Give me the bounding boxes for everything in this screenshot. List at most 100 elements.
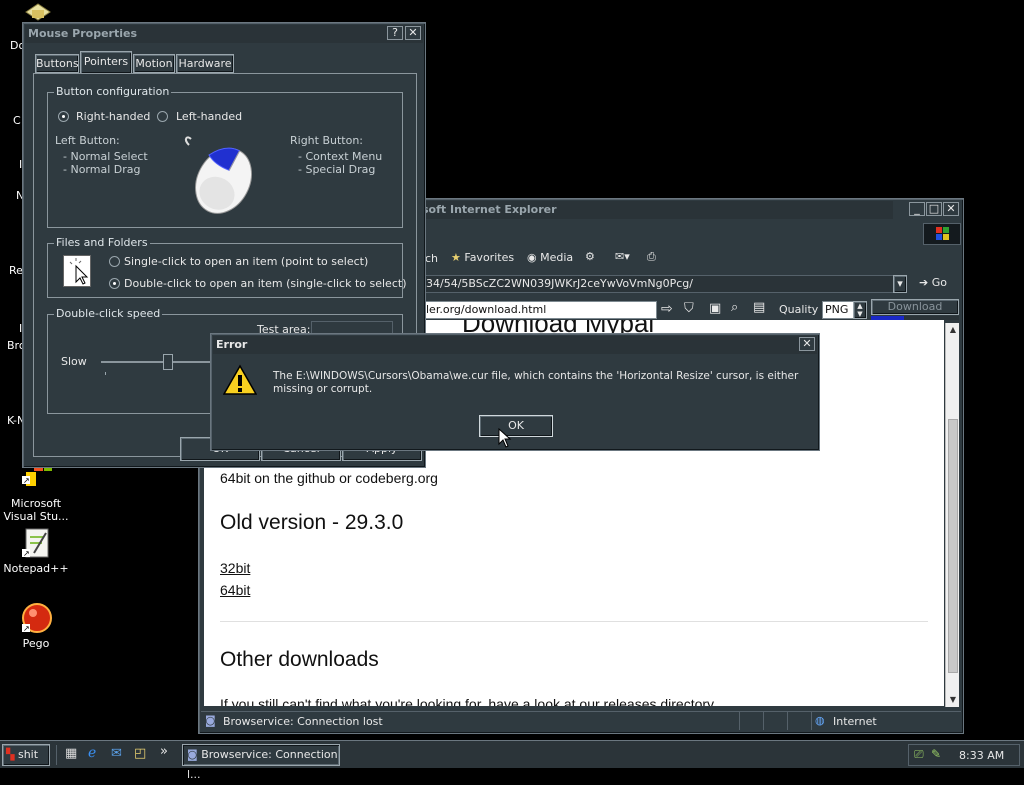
- old-version-heading: Old version - 29.3.0: [220, 511, 404, 534]
- download-button-label: Download: [887, 300, 943, 313]
- left-button-heading: Left Button:: [55, 134, 120, 147]
- close-button[interactable]: ✕: [405, 26, 421, 40]
- show-desktop-icon[interactable]: ▦: [65, 746, 77, 761]
- warning-icon: [222, 364, 258, 396]
- minimize-button[interactable]: _: [909, 202, 925, 216]
- quality-select[interactable]: PNG: [822, 301, 856, 319]
- print-icon[interactable]: ⎙: [647, 250, 656, 264]
- mouse-illustration-icon: [179, 135, 269, 217]
- zone-text: Internet: [833, 715, 877, 728]
- double-click-speed-label: Double-click speed: [54, 307, 163, 320]
- clock[interactable]: 8:33 AM: [959, 749, 1004, 762]
- go-arrow-icon: ➔: [919, 276, 929, 289]
- notepadpp-icon: ↗: [20, 527, 52, 559]
- quality-value: PNG: [825, 303, 849, 316]
- favorites-label: Favorites: [464, 251, 515, 264]
- pego-icon: ↗: [20, 602, 52, 634]
- right-handed-radio[interactable]: [58, 111, 69, 122]
- image-icon[interactable]: ▣: [709, 301, 721, 316]
- right-button-heading: Right Button:: [290, 134, 364, 147]
- maximize-button[interactable]: □: [926, 202, 942, 216]
- error-ok-button[interactable]: OK: [479, 415, 553, 437]
- navigate-arrow-icon[interactable]: ⇨: [661, 301, 673, 317]
- speed-slider-thumb[interactable]: [163, 354, 173, 370]
- go-button[interactable]: ➔ Go: [919, 276, 947, 289]
- bookmark-icon[interactable]: ⛉: [684, 301, 694, 316]
- desktop-icon-visual-studio[interactable]: ↗ Microsoft Visual Stu...: [0, 462, 72, 523]
- single-click-radio[interactable]: [109, 256, 120, 267]
- url-input[interactable]: ler.org/download.html: [423, 301, 657, 319]
- double-click-radio[interactable]: [109, 278, 120, 289]
- desktop-partial-label[interactable]: C: [13, 114, 21, 127]
- address-dropdown-button[interactable]: ▾: [893, 275, 907, 293]
- mouse-properties-titlebar[interactable]: Mouse Properties: [25, 25, 423, 43]
- single-click-label[interactable]: Single-click to open an item (point to s…: [124, 255, 368, 268]
- tab-strip: Buttons Pointers Motion Hardware: [33, 51, 417, 73]
- ie-task-icon: ◙: [187, 748, 198, 761]
- quality-label: Quality: [779, 303, 819, 316]
- error-titlebar[interactable]: Error: [213, 336, 817, 354]
- button-configuration-label: Button configuration: [54, 85, 172, 98]
- quicklaunch-chevron[interactable]: »: [160, 744, 168, 759]
- scroll-thumb[interactable]: [948, 419, 958, 673]
- tab-buttons[interactable]: Buttons: [35, 54, 79, 73]
- search-button-label[interactable]: ch: [425, 252, 438, 265]
- taskbar-button-browservice[interactable]: ◙ Browservice: Connection l...: [182, 744, 340, 781]
- mouse-properties-title: Mouse Properties: [28, 27, 138, 40]
- mail-icon[interactable]: ✉▾: [615, 250, 630, 263]
- error-close-button[interactable]: ✕: [799, 337, 815, 351]
- scroll-down-arrow[interactable]: ▼: [946, 693, 960, 707]
- history-icon[interactable]: ⚙: [585, 250, 595, 263]
- left-handed-label[interactable]: Left-handed: [176, 110, 242, 123]
- folder-icon[interactable]: [24, 2, 52, 22]
- favorites-icon: ★: [451, 251, 461, 264]
- download-button[interactable]: Download: [871, 299, 959, 315]
- desktop-icon-pego[interactable]: ↗ Pego: [0, 602, 72, 650]
- quicklaunch-separator: [56, 745, 58, 765]
- clipboard-icon[interactable]: ▤: [753, 300, 765, 315]
- tab-hardware[interactable]: Hardware: [176, 54, 234, 73]
- help-button[interactable]: ?: [387, 26, 403, 40]
- taskbar: ▚ shit ▦ ℯ ✉ ◰ » ◙ Browservice: Connecti…: [0, 740, 1024, 781]
- vertical-scrollbar[interactable]: ▲ ▼: [945, 323, 959, 707]
- right-handed-label[interactable]: Right-handed: [76, 110, 150, 123]
- outlook-quicklaunch-icon[interactable]: ✉: [111, 746, 122, 761]
- left-button-item: - Normal Drag: [63, 163, 141, 176]
- internet-zone-icon: ◍: [815, 714, 825, 727]
- notepad-tray-icon[interactable]: ✎: [931, 747, 941, 761]
- slider-tick: [105, 372, 106, 375]
- close-button[interactable]: ✕: [943, 202, 959, 216]
- explorer-quicklaunch-icon[interactable]: ◰: [134, 746, 146, 761]
- link-32bit[interactable]: 32bit: [220, 560, 250, 576]
- left-handed-radio[interactable]: [157, 111, 168, 122]
- windows-logo-icon: [923, 223, 961, 245]
- tab-pointers[interactable]: Pointers: [80, 51, 132, 73]
- address-input[interactable]: 34/54/5BScZC2WN039JWKrJ2ceYwVoVmNg0Pcg/: [423, 275, 901, 293]
- quality-spinner[interactable]: ▲ ▼: [853, 301, 867, 319]
- tab-motion[interactable]: Motion: [133, 54, 175, 73]
- url-text: ler.org/download.html: [426, 303, 547, 316]
- ie-title: soft Internet Explorer: [422, 203, 557, 216]
- error-title: Error: [216, 338, 248, 351]
- network-tray-icon[interactable]: ⎚: [914, 747, 924, 762]
- media-button[interactable]: ◉ Media: [527, 250, 573, 268]
- status-text: Browservice: Connection lost: [223, 715, 383, 728]
- start-button[interactable]: ▚ shit: [2, 744, 50, 766]
- desktop-partial-label[interactable]: Re: [9, 264, 23, 277]
- scroll-up-arrow[interactable]: ▲: [946, 323, 960, 337]
- double-click-label[interactable]: Double-click to open an item (single-cli…: [124, 277, 406, 290]
- speed-slider-track[interactable]: [101, 361, 211, 363]
- right-button-item: - Context Menu: [298, 150, 383, 163]
- desktop-icon-label: Notepad++: [3, 562, 69, 575]
- slow-label: Slow: [61, 355, 87, 368]
- ie-titlebar[interactable]: soft Internet Explorer: [419, 201, 893, 219]
- find-icon[interactable]: ⌕: [731, 300, 738, 315]
- favorites-button[interactable]: ★ Favorites: [451, 250, 514, 268]
- ie-quicklaunch-icon[interactable]: ℯ: [88, 745, 96, 761]
- link-64bit[interactable]: 64bit: [220, 582, 250, 598]
- start-label: shit: [17, 748, 39, 761]
- download-info-text: 64bit on the github or codeberg.org: [220, 470, 438, 486]
- mouse-cursor-icon: [498, 427, 512, 448]
- desktop-icon-notepadpp[interactable]: ↗ Notepad++: [0, 527, 72, 575]
- address-text: 34/54/5BScZC2WN039JWKrJ2ceYwVoVmNg0Pcg/: [426, 277, 693, 290]
